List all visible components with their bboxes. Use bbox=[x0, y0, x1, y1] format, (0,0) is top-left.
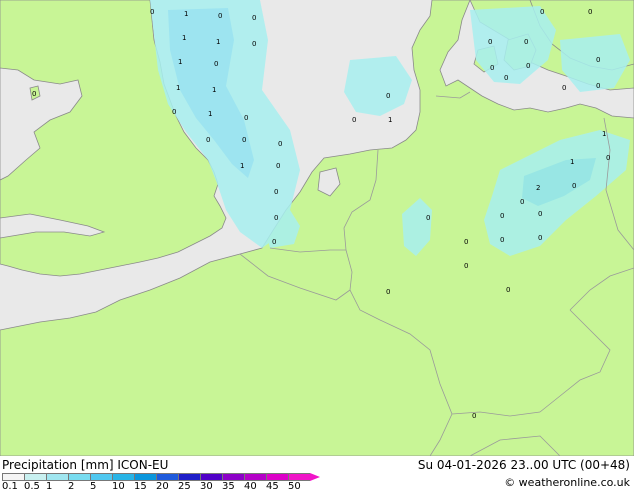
legend-swatch bbox=[178, 473, 200, 481]
legend-tick-label: 45 bbox=[266, 481, 279, 492]
value-label: 0 bbox=[606, 154, 610, 162]
legend-tick-label: 10 bbox=[112, 481, 125, 492]
value-label: 0 bbox=[526, 62, 530, 70]
value-label: 0 bbox=[242, 136, 246, 144]
legend-swatch bbox=[112, 473, 134, 481]
legend-color-bar bbox=[2, 473, 320, 481]
value-label: 0 bbox=[214, 60, 218, 68]
value-label: 0 bbox=[172, 108, 176, 116]
map-viewer: 0 1 0 1 1 0 1 0 0 1 0 1 0 1 0 0 1 0 0 0 … bbox=[0, 0, 634, 492]
legend-tick-label: 1 bbox=[46, 481, 53, 492]
value-label: 0 bbox=[500, 212, 504, 220]
value-label: 0 bbox=[150, 8, 154, 16]
value-label: 0 bbox=[244, 114, 248, 122]
legend-tick-label: 15 bbox=[134, 481, 147, 492]
value-label: 0 bbox=[524, 38, 528, 46]
value-label: 1 bbox=[240, 162, 244, 170]
value-label: 1 bbox=[182, 34, 186, 42]
value-label: 0 bbox=[218, 12, 222, 20]
legend-swatch bbox=[46, 473, 68, 481]
legend-tick-label: 35 bbox=[222, 481, 235, 492]
legend-swatch bbox=[222, 473, 244, 481]
value-label: 0 bbox=[252, 14, 256, 22]
legend-tick-label: 30 bbox=[200, 481, 213, 492]
value-label: 1 bbox=[570, 158, 574, 166]
value-label: 0 bbox=[504, 74, 508, 82]
value-label: 1 bbox=[602, 130, 606, 138]
value-label: 0 bbox=[540, 8, 544, 16]
value-label: 0 bbox=[500, 236, 504, 244]
value-label: 0 bbox=[596, 56, 600, 64]
value-label: 1 bbox=[388, 116, 392, 124]
legend-tick-label: 40 bbox=[244, 481, 257, 492]
value-label: 0 bbox=[538, 234, 542, 242]
legend-tick-label: 2 bbox=[68, 481, 75, 492]
value-label: 0 bbox=[278, 140, 282, 148]
precipitation-map[interactable]: 0 1 0 1 1 0 1 0 0 1 0 1 0 1 0 0 1 0 0 0 … bbox=[0, 0, 634, 456]
value-label: 1 bbox=[176, 84, 180, 92]
valid-time: Su 04-01-2026 23..00 UTC (00+48) bbox=[417, 458, 630, 472]
footer: Precipitation [mm] ICON-EU Su 04-01-2026… bbox=[0, 456, 634, 492]
value-label: 0 bbox=[488, 38, 492, 46]
value-label: 2 bbox=[536, 184, 540, 192]
value-label: 0 bbox=[506, 286, 510, 294]
map-title: Precipitation [mm] ICON-EU bbox=[2, 458, 169, 472]
value-label: 0 bbox=[464, 238, 468, 246]
value-label: 1 bbox=[184, 10, 188, 18]
value-label: 0 bbox=[386, 288, 390, 296]
value-label: 0 bbox=[572, 182, 576, 190]
value-label: 0 bbox=[274, 188, 278, 196]
legend-swatch bbox=[288, 473, 310, 481]
value-label: 1 bbox=[208, 110, 212, 118]
value-label: 0 bbox=[562, 84, 566, 92]
value-label: 0 bbox=[272, 238, 276, 246]
value-label: 0 bbox=[490, 64, 494, 72]
value-label: 0 bbox=[386, 92, 390, 100]
legend-tick-label: 20 bbox=[156, 481, 169, 492]
credit-link[interactable]: © weatheronline.co.uk bbox=[504, 476, 630, 489]
legend-swatch bbox=[90, 473, 112, 481]
value-label: 0 bbox=[520, 198, 524, 206]
value-label: 0 bbox=[206, 136, 210, 144]
legend-tick-label: 50 bbox=[288, 481, 301, 492]
value-label: 0 bbox=[596, 82, 600, 90]
value-label: 0 bbox=[472, 412, 476, 420]
value-label: 0 bbox=[464, 262, 468, 270]
value-label: 0 bbox=[538, 210, 542, 218]
legend-tick-label: 25 bbox=[178, 481, 191, 492]
legend-swatch bbox=[2, 473, 24, 481]
value-label: 0 bbox=[276, 162, 280, 170]
legend-swatch bbox=[68, 473, 90, 481]
legend-swatch bbox=[156, 473, 178, 481]
value-label: 0 bbox=[352, 116, 356, 124]
value-label: 0 bbox=[426, 214, 430, 222]
legend-swatch bbox=[266, 473, 288, 481]
value-label: 0 bbox=[588, 8, 592, 16]
value-label: 1 bbox=[178, 58, 182, 66]
value-label: 0 bbox=[274, 214, 278, 222]
legend-swatch bbox=[200, 473, 222, 481]
value-label: 1 bbox=[216, 38, 220, 46]
value-label: 0 bbox=[32, 90, 36, 98]
legend-arrow bbox=[310, 473, 320, 481]
legend-swatch bbox=[244, 473, 266, 481]
value-label: 1 bbox=[212, 86, 216, 94]
legend-swatch bbox=[24, 473, 46, 481]
legend-swatch bbox=[134, 473, 156, 481]
legend-tick-label: 0.5 bbox=[24, 481, 40, 492]
legend-tick-label: 0.1 bbox=[2, 481, 18, 492]
value-label: 0 bbox=[252, 40, 256, 48]
legend-tick-label: 5 bbox=[90, 481, 97, 492]
